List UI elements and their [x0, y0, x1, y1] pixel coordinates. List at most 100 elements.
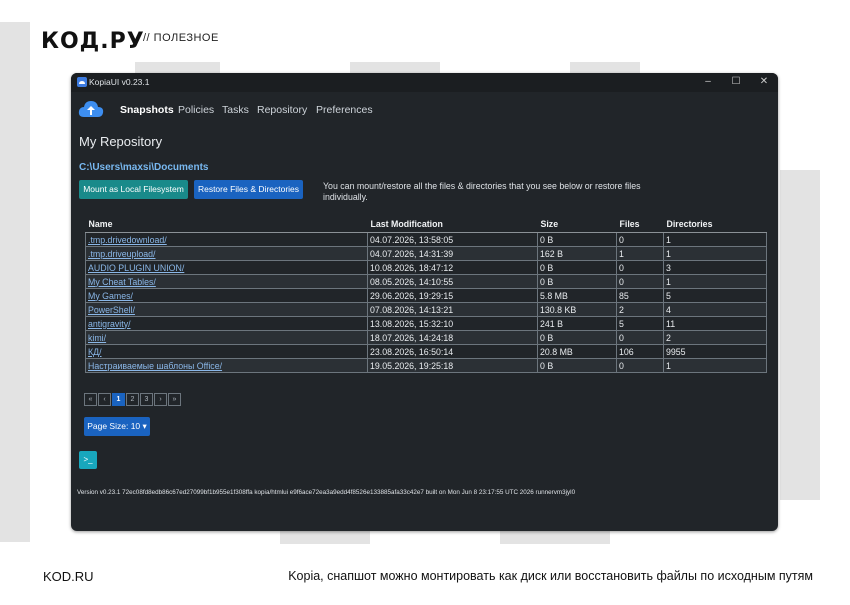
page-size-dropdown[interactable]: Page Size: 10 ▾ — [84, 417, 150, 436]
table-row: kimi/ 18.07.2026, 14:24:18 0 B 0 2 — [85, 330, 767, 345]
directories-cell: 2 — [663, 330, 767, 345]
version-info: Version v0.23.1 72ec08fd8edb86c67ed27099… — [77, 489, 576, 496]
site-footer: KOD.RU Kopia, снапшот можно монтировать … — [0, 560, 850, 605]
site-header: КОД.РУ // ПОЛЕЗНОЕ — [0, 0, 850, 62]
page-first-button[interactable]: « — [84, 393, 97, 406]
column-header-last-modification[interactable]: Last Modification — [367, 216, 538, 233]
nav-preferences[interactable]: Preferences — [316, 104, 373, 116]
close-icon[interactable]: ✕ — [750, 74, 778, 90]
table-row: AUDIO PLUGIN UNION/ 10.08.2026, 18:47:12… — [85, 260, 767, 275]
column-header-size[interactable]: Size — [537, 216, 617, 233]
table-row: My Cheat Tables/ 08.05.2026, 14:10:55 0 … — [85, 274, 767, 289]
snapshot-path[interactable]: C:\Users\maxsi\Documents — [79, 162, 209, 173]
size-cell: 0 B — [537, 274, 617, 289]
size-cell: 130.8 KB — [537, 302, 617, 317]
file-name-link[interactable]: My Cheat Tables/ — [85, 274, 368, 289]
decor-block — [500, 530, 610, 544]
nav-snapshots[interactable]: Snapshots — [120, 104, 174, 116]
page-3-button[interactable]: 3 — [140, 393, 153, 406]
last-modification-cell: 23.08.2026, 16:50:14 — [367, 344, 538, 359]
page-title: My Repository — [79, 134, 163, 149]
size-cell: 0 B — [537, 358, 617, 373]
files-cell: 0 — [616, 330, 664, 345]
maximize-icon[interactable]: ☐ — [722, 74, 750, 90]
table-row: .tmp.driveupload/ 04.07.2026, 14:31:39 1… — [85, 246, 767, 261]
files-cell: 0 — [616, 260, 664, 275]
decor-block — [0, 22, 30, 542]
size-cell: 0 B — [537, 330, 617, 345]
files-cell: 5 — [616, 316, 664, 331]
mount-button[interactable]: Mount as Local Filesystem — [79, 180, 188, 199]
footer-brand[interactable]: KOD.RU — [43, 569, 94, 584]
file-name-link[interactable]: Настраиваемые шаблоны Office/ — [85, 358, 368, 373]
file-name-link[interactable]: kimi/ — [85, 330, 368, 345]
files-table: Name Last Modification Size Files Direct… — [85, 216, 767, 373]
nav-repository[interactable]: Repository — [257, 104, 307, 116]
terminal-button[interactable]: >_ — [79, 451, 97, 469]
column-header-directories[interactable]: Directories — [663, 216, 767, 233]
files-cell: 85 — [616, 288, 664, 303]
decor-block — [780, 170, 820, 500]
size-cell: 241 B — [537, 316, 617, 331]
last-modification-cell: 19.05.2026, 19:25:18 — [367, 358, 538, 373]
last-modification-cell: 13.08.2026, 15:32:10 — [367, 316, 538, 331]
directories-cell: 4 — [663, 302, 767, 317]
page-1-button[interactable]: 1 — [112, 393, 125, 406]
directories-cell: 5 — [663, 288, 767, 303]
size-cell: 0 B — [537, 260, 617, 275]
last-modification-cell: 29.06.2026, 19:29:15 — [367, 288, 538, 303]
directories-cell: 3 — [663, 260, 767, 275]
files-cell: 1 — [616, 246, 664, 261]
size-cell: 20.8 MB — [537, 344, 617, 359]
cloud-upload-icon[interactable] — [78, 99, 104, 119]
site-section-label[interactable]: // ПОЛЕЗНОЕ — [143, 32, 219, 44]
last-modification-cell: 07.08.2026, 14:13:21 — [367, 302, 538, 317]
navbar: Snapshots Policies Tasks Repository Pref… — [71, 92, 778, 128]
file-name-link[interactable]: PowerShell/ — [85, 302, 368, 317]
image-caption: Kopia, снапшот можно монтировать как дис… — [288, 569, 813, 583]
last-modification-cell: 18.07.2026, 14:24:18 — [367, 330, 538, 345]
window-title: KopiaUI v0.23.1 — [89, 77, 150, 87]
title-bar: KopiaUI v0.23.1 – ☐ ✕ — [71, 73, 778, 92]
nav-tasks[interactable]: Tasks — [222, 104, 249, 116]
last-modification-cell: 08.05.2026, 14:10:55 — [367, 274, 538, 289]
restore-button[interactable]: Restore Files & Directories — [194, 180, 303, 199]
pagination: « ‹ 1 2 3 › » — [84, 393, 182, 406]
files-cell: 106 — [616, 344, 664, 359]
kopia-app-icon — [77, 77, 87, 87]
table-row: КД/ 23.08.2026, 16:50:14 20.8 MB 106 995… — [85, 344, 767, 359]
size-cell: 162 B — [537, 246, 617, 261]
column-header-files[interactable]: Files — [616, 216, 664, 233]
page-2-button[interactable]: 2 — [126, 393, 139, 406]
page-prev-button[interactable]: ‹ — [98, 393, 111, 406]
site-logo[interactable]: КОД.РУ — [41, 29, 145, 54]
file-name-link[interactable]: AUDIO PLUGIN UNION/ — [85, 260, 368, 275]
file-name-link[interactable]: .tmp.drivedownload/ — [85, 232, 368, 247]
file-name-link[interactable]: My Games/ — [85, 288, 368, 303]
file-name-link[interactable]: antigravity/ — [85, 316, 368, 331]
file-name-link[interactable]: .tmp.driveupload/ — [85, 246, 368, 261]
column-header-name[interactable]: Name — [85, 216, 368, 233]
last-modification-cell: 04.07.2026, 14:31:39 — [367, 246, 538, 261]
table-row: Настраиваемые шаблоны Office/ 19.05.2026… — [85, 358, 767, 373]
page-last-button[interactable]: » — [168, 393, 181, 406]
directories-cell: 1 — [663, 274, 767, 289]
kopia-window: KopiaUI v0.23.1 – ☐ ✕ Snapshots Policies… — [71, 73, 778, 531]
table-row: My Games/ 29.06.2026, 19:29:15 5.8 MB 85… — [85, 288, 767, 303]
page-next-button[interactable]: › — [154, 393, 167, 406]
directories-cell: 9955 — [663, 344, 767, 359]
directories-cell: 1 — [663, 232, 767, 247]
last-modification-cell: 10.08.2026, 18:47:12 — [367, 260, 538, 275]
table-header-row: Name Last Modification Size Files Direct… — [85, 216, 767, 233]
table-row: .tmp.drivedownload/ 04.07.2026, 13:58:05… — [85, 232, 767, 247]
directories-cell: 1 — [663, 358, 767, 373]
file-name-link[interactable]: КД/ — [85, 344, 368, 359]
directories-cell: 1 — [663, 246, 767, 261]
table-row: antigravity/ 13.08.2026, 15:32:10 241 B … — [85, 316, 767, 331]
help-text: You can mount/restore all the files & di… — [323, 181, 641, 202]
minimize-icon[interactable]: – — [694, 74, 722, 90]
files-cell: 0 — [616, 232, 664, 247]
size-cell: 5.8 MB — [537, 288, 617, 303]
files-cell: 0 — [616, 274, 664, 289]
nav-policies[interactable]: Policies — [178, 104, 214, 116]
